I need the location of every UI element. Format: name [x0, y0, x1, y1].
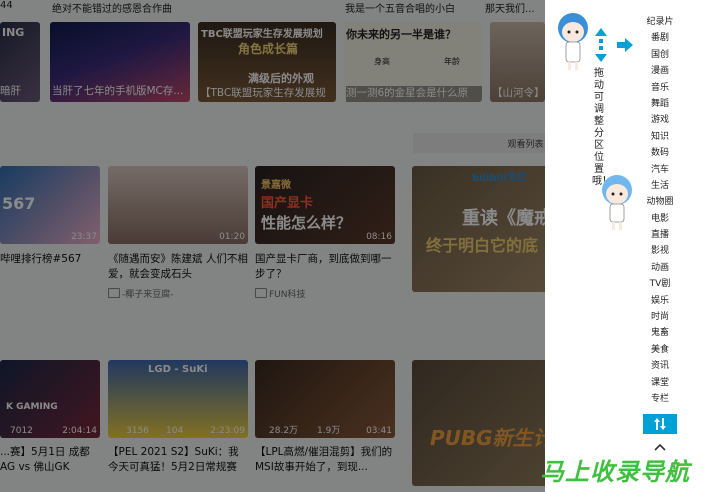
nav-item[interactable]: 时尚 [645, 309, 675, 325]
swap-vertical-icon [654, 418, 666, 430]
nav-item[interactable]: 动画 [645, 260, 675, 276]
nav-item[interactable]: 数码 [645, 145, 675, 161]
category-nav-list: 纪录片 番剧 国创 漫画 音乐 舞蹈 游戏 知识 数码 汽车 生活 动物圈 电影… [645, 14, 675, 407]
sort-toggle-button[interactable] [643, 414, 677, 434]
nav-item[interactable]: 课堂 [645, 375, 675, 391]
nav-item[interactable]: 美食 [645, 342, 675, 358]
nav-item[interactable]: 直播 [645, 227, 675, 243]
nav-item[interactable]: 动物圈 [645, 194, 675, 210]
nav-item[interactable]: 音乐 [645, 80, 675, 96]
mascot-girl-icon [553, 10, 593, 72]
nav-item[interactable]: 电影 [645, 211, 675, 227]
nav-item[interactable]: 游戏 [645, 112, 675, 128]
nav-item[interactable]: 生活 [645, 178, 675, 194]
arrow-right-icon[interactable] [617, 38, 633, 52]
nav-item[interactable]: 知识 [645, 129, 675, 145]
watermark-brand: 马上收录导航 [540, 458, 690, 486]
nav-item[interactable]: 影视 [645, 243, 675, 259]
sort-panel [545, 0, 720, 492]
nav-item[interactable]: 资讯 [645, 358, 675, 374]
nav-item[interactable]: 国创 [645, 47, 675, 63]
drag-arrows-icon[interactable] [594, 28, 608, 62]
mascot-boy-icon [597, 172, 637, 232]
nav-item[interactable]: 鬼畜 [645, 325, 675, 341]
nav-item[interactable]: 纪录片 [645, 14, 675, 30]
nav-item[interactable]: 专栏 [645, 391, 675, 407]
nav-item[interactable]: 番剧 [645, 30, 675, 46]
nav-item[interactable]: 娱乐 [645, 293, 675, 309]
nav-item[interactable]: 舞蹈 [645, 96, 675, 112]
nav-item[interactable]: TV剧 [645, 276, 675, 292]
drag-hint-text: 拖动可调整分区位置哦！ [592, 68, 612, 187]
chevron-up-icon [654, 443, 666, 451]
nav-item[interactable]: 汽车 [645, 162, 675, 178]
nav-item[interactable]: 漫画 [645, 63, 675, 79]
